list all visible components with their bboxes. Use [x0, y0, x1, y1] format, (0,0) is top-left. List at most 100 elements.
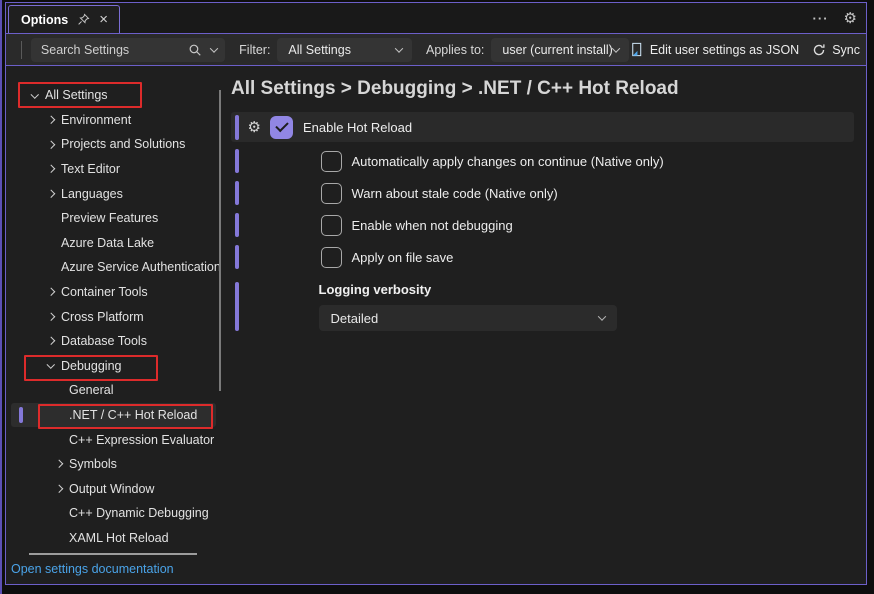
sidebar-item-azure-service-authentication[interactable]: Azure Service Authentication	[11, 255, 216, 280]
setting-group-logging-verbosity: Logging verbosity Detailed	[231, 282, 853, 331]
applies-to-label: Applies to:	[426, 43, 484, 57]
sidebar-item-azure-data-lake[interactable]: Azure Data Lake	[11, 231, 216, 256]
modified-indicator	[235, 149, 239, 173]
auto-apply-checkbox[interactable]	[321, 151, 342, 172]
settings-body: All Settings Environment Projects and So…	[6, 66, 866, 584]
setting-row-auto-apply: Automatically apply changes on continue …	[231, 148, 853, 174]
sidebar-item-general[interactable]: General	[11, 378, 216, 403]
sync-label: Sync	[832, 43, 860, 57]
logging-verbosity-label: Logging verbosity	[319, 282, 617, 297]
setting-label: Apply on file save	[352, 250, 454, 265]
sidebar-item-projects-and-solutions[interactable]: Projects and Solutions	[11, 132, 216, 157]
logging-verbosity-select[interactable]: Detailed	[319, 305, 617, 331]
enable-hot-reload-checkbox[interactable]	[270, 116, 293, 139]
open-settings-documentation-link[interactable]: Open settings documentation	[11, 562, 219, 576]
sidebar-item-label: Database Tools	[61, 334, 147, 348]
sidebar-item-languages[interactable]: Languages	[11, 181, 216, 206]
pin-icon[interactable]	[77, 13, 90, 26]
sync-button[interactable]: Sync	[812, 43, 860, 57]
more-options-icon[interactable]: ···	[813, 11, 829, 26]
sidebar-item-label: Azure Service Authentication	[61, 260, 219, 274]
warn-stale-code-checkbox[interactable]	[321, 183, 342, 204]
toolbar-divider	[21, 41, 22, 59]
json-file-icon	[629, 42, 644, 57]
sidebar-item-output-window[interactable]: Output Window	[11, 477, 216, 502]
tab-options[interactable]: Options ×	[8, 5, 120, 33]
filter-label: Filter:	[239, 43, 270, 57]
sidebar-item-cpp-dynamic-debugging[interactable]: C++ Dynamic Debugging	[11, 501, 216, 526]
settings-tree: All Settings Environment Projects and So…	[6, 66, 219, 584]
sidebar-item-symbols[interactable]: Symbols	[11, 452, 216, 477]
setting-row-enable-when-not-debugging: Enable when not debugging	[231, 212, 853, 238]
apply-on-file-save-checkbox[interactable]	[321, 247, 342, 268]
modified-indicator	[235, 181, 239, 205]
sidebar-item-label: Container Tools	[61, 285, 148, 299]
sync-icon	[812, 43, 826, 57]
enable-when-not-debugging-checkbox[interactable]	[321, 215, 342, 236]
sidebar-item-all-settings[interactable]: All Settings	[11, 83, 216, 108]
logging-verbosity-value: Detailed	[331, 311, 599, 326]
chevron-down-icon[interactable]	[44, 363, 58, 369]
applies-to-value: user (current install)	[502, 43, 612, 57]
sidebar-item-label: XAML Hot Reload	[69, 531, 169, 545]
setting-row-enable-hot-reload: ⚙ Enable Hot Reload	[231, 112, 854, 142]
chevron-right-icon[interactable]	[44, 117, 58, 123]
sidebar-item-label: Output Window	[69, 482, 154, 496]
chevron-right-icon[interactable]	[44, 142, 58, 148]
chevron-right-icon[interactable]	[44, 314, 58, 320]
screen: Options × ··· ⚙ Search Setti	[0, 0, 874, 594]
sidebar-item-environment[interactable]: Environment	[11, 108, 216, 133]
sidebar-item-cpp-expression-evaluator[interactable]: C++ Expression Evaluator	[11, 427, 216, 452]
sidebar-item-database-tools[interactable]: Database Tools	[11, 329, 216, 354]
sidebar-item-label: Text Editor	[61, 162, 120, 176]
gear-icon[interactable]: ⚙	[844, 11, 857, 26]
settings-panel: All Settings > Debugging > .NET / C++ Ho…	[219, 66, 866, 584]
sidebar-item-xaml-hot-reload[interactable]: XAML Hot Reload	[11, 526, 216, 551]
chevron-right-icon[interactable]	[52, 461, 66, 467]
sidebar-separator	[29, 553, 197, 555]
options-window: Options × ··· ⚙ Search Setti	[5, 2, 867, 585]
setting-label: Enable when not debugging	[352, 218, 513, 233]
sidebar-item-label: Environment	[61, 113, 131, 127]
sidebar-item-container-tools[interactable]: Container Tools	[11, 280, 216, 305]
tab-strip: Options × ··· ⚙	[6, 3, 866, 33]
search-input[interactable]: Search Settings	[31, 38, 225, 62]
search-placeholder: Search Settings	[41, 43, 188, 57]
chevron-right-icon[interactable]	[52, 486, 66, 492]
chevron-right-icon[interactable]	[44, 289, 58, 295]
breadcrumb: All Settings > Debugging > .NET / C++ Ho…	[231, 78, 853, 100]
main-window-edge	[0, 0, 2, 594]
setting-label: Warn about stale code (Native only)	[352, 186, 558, 201]
close-icon[interactable]: ×	[99, 12, 108, 27]
sidebar-item-debugging[interactable]: Debugging	[11, 354, 216, 379]
applies-to-select[interactable]: user (current install)	[491, 38, 628, 62]
setting-label: Enable Hot Reload	[303, 120, 412, 135]
filter-select[interactable]: All Settings	[277, 38, 412, 62]
search-icon	[188, 43, 202, 57]
sidebar-item-label: C++ Expression Evaluator	[69, 433, 214, 447]
tab-title: Options	[21, 13, 68, 27]
chevron-right-icon[interactable]	[44, 338, 58, 344]
sidebar-item-label: Languages	[61, 187, 123, 201]
sidebar-splitter[interactable]	[219, 90, 221, 391]
modified-indicator	[235, 213, 239, 237]
sidebar-item-label: All Settings	[45, 88, 108, 102]
chevron-down-icon[interactable]	[28, 93, 42, 99]
chevron-down-icon[interactable]	[210, 44, 218, 52]
chevron-right-icon[interactable]	[44, 191, 58, 197]
setting-gear-icon[interactable]: ⚙	[248, 120, 261, 135]
sidebar-item-cross-platform[interactable]: Cross Platform	[11, 304, 216, 329]
chevron-down-icon	[395, 44, 403, 52]
modified-indicator	[235, 282, 239, 331]
sidebar-item-text-editor[interactable]: Text Editor	[11, 157, 216, 182]
sidebar-item-preview-features[interactable]: Preview Features	[11, 206, 216, 231]
edit-json-button[interactable]: Edit user settings as JSON	[629, 42, 799, 57]
chevron-down-icon	[597, 312, 605, 320]
sidebar-item-label: Preview Features	[61, 211, 158, 225]
chevron-right-icon[interactable]	[44, 166, 58, 172]
sidebar-item-label: Debugging	[61, 359, 121, 373]
modified-indicator	[235, 245, 239, 269]
sidebar-item-dotnet-cpp-hot-reload[interactable]: .NET / C++ Hot Reload	[11, 403, 216, 428]
setting-label: Automatically apply changes on continue …	[352, 154, 664, 169]
window-controls: ··· ⚙	[813, 3, 857, 33]
